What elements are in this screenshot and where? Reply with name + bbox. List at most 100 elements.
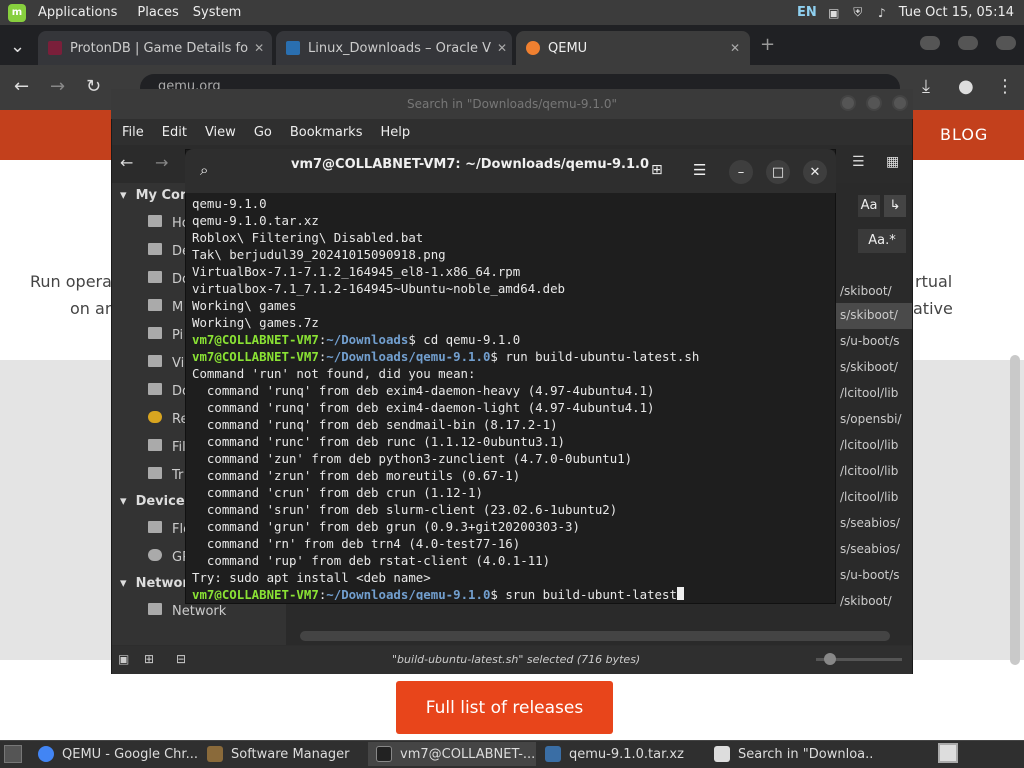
menu-go[interactable]: Go: [254, 125, 272, 140]
sidebar-item-downloads[interactable]: Do: [148, 383, 190, 399]
file-row-path[interactable]: /lcitool/lib: [836, 433, 912, 459]
blog-link[interactable]: BLOG: [940, 125, 988, 144]
sidebar-item-trash[interactable]: Tr: [148, 467, 183, 483]
show-places-icon[interactable]: ▣: [118, 652, 129, 666]
terminal-maximize-icon[interactable]: □: [766, 160, 790, 184]
minimize-icon[interactable]: [920, 36, 940, 50]
file-row-path[interactable]: /skiboot/: [836, 279, 912, 305]
file-row-path[interactable]: s/skiboot/: [836, 355, 912, 381]
file-row-path[interactable]: s/seabios/: [836, 537, 912, 563]
tab-protondb[interactable]: ProtonDB | Game Details fo ✕: [38, 31, 272, 65]
sidebar-section-computer[interactable]: ▾ My Com: [120, 188, 194, 203]
sidebar-item-documents[interactable]: Do: [148, 271, 190, 287]
taskbar-label: Search in "Downloa...: [738, 746, 874, 762]
file-row-path[interactable]: s/opensbi/: [836, 407, 912, 433]
taskbar-item-file-manager[interactable]: Search in "Downloa...: [706, 742, 874, 766]
menu-system[interactable]: System: [193, 5, 241, 20]
zoom-slider-handle[interactable]: [824, 653, 836, 665]
page-scrollbar[interactable]: [1010, 355, 1020, 665]
prompt-line: vm7@COLLABNET-VM7:~/Downloads/qemu-9.1.0…: [192, 349, 700, 364]
close-tab-icon[interactable]: ✕: [248, 41, 264, 55]
file-manager-statusbar: ▣ ⊞ ⊟ "build-ubuntu-latest.sh" selected …: [112, 646, 912, 674]
show-desktop-icon[interactable]: [4, 745, 22, 763]
taskbar-item-chrome[interactable]: QEMU - Google Chr...: [30, 742, 198, 766]
fm-maximize-icon[interactable]: [866, 95, 882, 111]
menu-places[interactable]: Places: [137, 5, 178, 20]
prompt-line: vm7@COLLABNET-VM7:~/Downloads$ cd qemu-9…: [192, 332, 521, 347]
tab-qemu[interactable]: QEMU ✕: [516, 31, 750, 65]
term-line: command 'rn' from deb trn4 (4.0-test77-1…: [192, 536, 521, 551]
sidebar-item-gparted[interactable]: GP: [148, 549, 190, 565]
sidebar-item-recent[interactable]: Re: [148, 411, 188, 427]
sidebar-item-music[interactable]: M: [148, 299, 183, 315]
new-tab-icon[interactable]: +: [760, 34, 775, 55]
fm-forward-icon[interactable]: →: [155, 153, 168, 172]
forward-icon[interactable]: →: [50, 76, 65, 97]
grid-view-icon[interactable]: ▦: [886, 154, 899, 170]
keyboard-layout[interactable]: EN: [797, 5, 817, 20]
mint-logo-icon[interactable]: m: [8, 3, 26, 22]
fm-minimize-icon[interactable]: [840, 95, 856, 111]
menu-edit[interactable]: Edit: [162, 125, 187, 140]
back-icon[interactable]: ←: [14, 76, 29, 97]
reload-icon[interactable]: ↻: [86, 76, 101, 97]
tab-search-icon[interactable]: ⌄: [10, 36, 25, 57]
menu-help[interactable]: Help: [380, 125, 410, 140]
sidebar-item-desktop[interactable]: De: [148, 243, 190, 259]
shield-icon[interactable]: ⛨: [851, 5, 865, 20]
sidebar-item-videos[interactable]: Vi: [148, 355, 184, 371]
term-line: command 'zun' from deb python3-zunclient…: [192, 451, 633, 466]
menu-view[interactable]: View: [205, 125, 236, 140]
menu-bookmarks[interactable]: Bookmarks: [290, 125, 363, 140]
sidebar-section-network[interactable]: ▾ Networ: [120, 576, 189, 591]
file-row-path[interactable]: s/u-boot/s: [836, 329, 912, 355]
sidebar-item-network[interactable]: Network: [148, 603, 226, 619]
file-row-path[interactable]: /skiboot/: [836, 589, 912, 615]
regex-button[interactable]: Aa.*: [858, 229, 906, 253]
maximize-icon[interactable]: [958, 36, 978, 50]
file-row-path[interactable]: s/u-boot/s: [836, 563, 912, 589]
file-row-path[interactable]: s/seabios/: [836, 511, 912, 537]
file-row-path[interactable]: s/skiboot/: [836, 303, 912, 329]
list-view-icon[interactable]: ☰: [852, 154, 865, 170]
full-list-releases-button[interactable]: Full list of releases: [396, 681, 613, 734]
workspace-switcher-icon[interactable]: [938, 743, 958, 763]
taskbar-item-software-manager[interactable]: Software Manager: [199, 742, 367, 766]
close-tab-icon[interactable]: ✕: [724, 41, 740, 55]
hide-sidebar-icon[interactable]: ⊟: [176, 652, 186, 666]
close-window-icon[interactable]: [996, 36, 1016, 50]
volume-icon[interactable]: ♪: [875, 6, 889, 20]
terminal-output[interactable]: qemu-9.1.0 qemu-9.1.0.tar.xz Roblox\ Filte…: [192, 195, 832, 600]
menu-applications[interactable]: Applications: [38, 5, 117, 20]
menu-file[interactable]: File: [122, 125, 144, 140]
show-tree-icon[interactable]: ⊞: [144, 652, 154, 666]
fm-back-icon[interactable]: ←: [120, 153, 133, 172]
software-manager-icon: [207, 746, 223, 762]
new-tab-icon[interactable]: ⊞: [651, 162, 663, 178]
file-row-path[interactable]: /lcitool/lib: [836, 459, 912, 485]
clock[interactable]: Tue Oct 15, 05:14: [899, 5, 1014, 20]
download-icon[interactable]: ⤓: [922, 76, 930, 97]
sidebar-item-filesystem[interactable]: Fil: [148, 439, 186, 455]
sidebar-item-pictures[interactable]: Pi: [148, 327, 183, 343]
sidebar-item-home[interactable]: Ho: [148, 215, 190, 231]
taskbar-label: vm7@COLLABNET-...: [400, 746, 536, 762]
fm-close-icon[interactable]: [892, 95, 908, 111]
profile-icon[interactable]: ●: [958, 76, 974, 97]
terminal-close-icon[interactable]: ✕: [803, 160, 827, 184]
terminal-minimize-icon[interactable]: –: [729, 160, 753, 184]
sidebar-section-devices[interactable]: ▾ Devices: [120, 494, 192, 509]
taskbar-item-archive[interactable]: qemu-9.1.0.tar.xz: [537, 742, 705, 766]
horizontal-scrollbar[interactable]: [300, 631, 890, 641]
file-row-path[interactable]: /lcitool/lib: [836, 381, 912, 407]
menu-icon[interactable]: ⋮: [996, 76, 1014, 97]
network-icon[interactable]: ▣: [827, 6, 841, 20]
hamburger-menu-icon[interactable]: ☰: [693, 161, 706, 179]
tab-linux-downloads[interactable]: Linux_Downloads – Oracle V ✕: [276, 31, 512, 65]
match-case-button[interactable]: Aa: [858, 195, 880, 217]
search-subfolders-icon[interactable]: ↳: [884, 195, 906, 217]
file-row-path[interactable]: /lcitool/lib: [836, 485, 912, 511]
close-tab-icon[interactable]: ✕: [491, 41, 507, 55]
taskbar-item-terminal[interactable]: vm7@COLLABNET-...: [368, 742, 536, 766]
terminal-search-icon[interactable]: ⌕: [200, 161, 208, 179]
